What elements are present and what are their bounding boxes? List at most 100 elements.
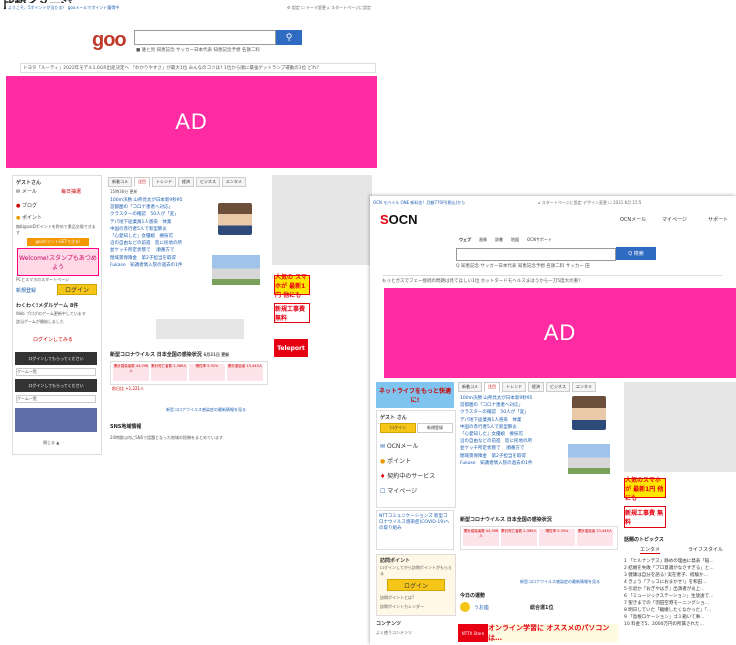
news-item[interactable]: 閉域景保障金 第2子担当を取得	[110, 255, 210, 262]
goo-login-button[interactable]: ログイン	[57, 284, 97, 295]
topic-item[interactable]: 4 きょう「アッコにおまかせ!」を和田…	[624, 579, 714, 586]
topic-item[interactable]: 10 料金で5、2000万円の所属された…	[624, 621, 714, 628]
goo-right-ad[interactable]	[272, 175, 372, 265]
goo-campaign-button[interactable]: gooポイントGETできる!	[27, 238, 89, 246]
ocn-covid-link[interactable]: 新型コロナウイルス感染症の最新情報を見る	[520, 579, 600, 585]
ocn-banner[interactable]: ネットライフをもっと快適に!	[376, 382, 454, 408]
ocn-news-photo-person[interactable]	[572, 396, 606, 430]
topic-item[interactable]: 3 健康は自分を語る! 実在者子、経験か…	[624, 572, 714, 579]
ocn-covid-info[interactable]: NTTコミュニケーションズ 新型コロナウイルス感染症(COVID-19)への取り…	[376, 510, 454, 550]
news-item[interactable]: 並ケッチ所定状態で 順番方で	[110, 247, 210, 254]
goo-smartphone-promo[interactable]: 人気の スマホが 最新1円 他にも	[274, 274, 310, 299]
goo-news-ticker[interactable]: トヨタ「ルーティ」2022年モデル1.6GR出産決定へ 「わかりやすさ」が最大1…	[20, 63, 376, 73]
ocn-ntt-store-banner[interactable]: NTTX Store	[458, 624, 488, 642]
ocn-logo[interactable]: SOCN	[380, 212, 418, 227]
goo-login-try[interactable]: ログインしてみる	[33, 336, 73, 343]
goo-collapse-link[interactable]: 閉じる ▲	[43, 440, 59, 446]
tab-entertainment[interactable]: エンタメ	[222, 177, 246, 187]
ocn-point-item[interactable]: ● ポイント	[380, 456, 411, 465]
goo-game-banner[interactable]	[15, 408, 97, 432]
ocn-mail-item[interactable]: ✉ OCNメール	[380, 441, 418, 450]
news-item[interactable]: 首都圏の「コロナ患者へ対応」	[110, 204, 210, 211]
goo-login-hint-banner[interactable]: ログインしてもらってください	[15, 352, 97, 365]
news-item[interactable]: デパ地下従業員1人感染 休業	[460, 417, 564, 424]
news-item[interactable]: 並ケッチ所定状態で 順番方で	[460, 445, 564, 452]
goo-covid-link[interactable]: 新型コロナウイルス感染症の最新情報を見る	[166, 407, 246, 413]
tab-featured[interactable]: 注目	[484, 382, 500, 392]
goo-search-input[interactable]	[134, 30, 276, 45]
goo-news-photo-building[interactable]	[212, 255, 260, 285]
tab-trend[interactable]: トレンド	[152, 177, 176, 187]
ocn-news-ticker[interactable]: もっとガスでフェー接続の問題は見てほしい1位 ホットタードモヘルスまはうから一刀…	[382, 275, 722, 284]
goo-game-list-select[interactable]: ゲーム一覧	[16, 368, 96, 376]
tab-trend[interactable]: トレンド	[502, 382, 526, 392]
topic-item[interactable]: 2 結婚を失敗「プロ意識がなさすぎる」と…	[624, 565, 714, 572]
news-item[interactable]: デパ地下従業員1人感染 休業	[110, 219, 210, 226]
goo-news-photo-person[interactable]	[218, 203, 252, 235]
topic-item[interactable]: 5 引退か「おぎやはぎ」出演者が炎上…	[624, 586, 714, 593]
ocn-service-item[interactable]: ♦ 契約中のサービス	[380, 471, 435, 480]
ocn-toolbar[interactable]: ⌂ スタートページに設定 デザイン変更 ☐ 2021 6月 15:5	[538, 200, 641, 206]
ocn-search-input[interactable]	[456, 248, 616, 261]
ocn-topbar-text[interactable]: OCN モバイル ONE 新料金！月額770円(税込)から	[373, 200, 465, 206]
tab-topics-entertainment[interactable]: エンタメ	[640, 546, 660, 554]
news-item[interactable]: 中国の赤行者5人で新型肺炎	[460, 424, 564, 431]
topic-item[interactable]: 9 「島根ロケーション」ゴミ箱いて事…	[624, 614, 714, 621]
goo-mail-link[interactable]: ✉ メール	[16, 188, 37, 195]
goo-register-link[interactable]: 新規登録	[16, 287, 36, 294]
news-item[interactable]: 「心愛知した」女優娘 療技可	[110, 233, 210, 240]
topic-item[interactable]: 6 「ミュージックステーション」生放送で…	[624, 593, 714, 600]
topic-item[interactable]: 8 明日していた「離婚したくなかった」「…	[624, 607, 714, 614]
ocn-mypage-item[interactable]: ☐ マイページ	[380, 486, 417, 495]
tab-web[interactable]: ウェブ	[456, 236, 474, 244]
ocn-ranking-link[interactable]: よく使うコンテンツ	[376, 630, 412, 636]
ocn-mypage-link[interactable]: マイページ	[662, 216, 687, 223]
tab-comments[interactable]: 新着コメ	[458, 382, 482, 392]
tab-featured[interactable]: 注目	[134, 177, 150, 187]
ocn-login-button-small[interactable]: ログイン	[380, 423, 416, 433]
news-item[interactable]: クラスターの確認 50人が「変」	[460, 409, 564, 416]
news-item[interactable]: 100m決勝 山県亮太が日本新9秒95	[110, 197, 210, 204]
news-item[interactable]: クラスターの確認 50人が「変」	[110, 211, 210, 218]
news-item[interactable]: 「心愛知した」女優娘 療技可	[460, 431, 564, 438]
ocn-right-ad[interactable]	[624, 382, 736, 472]
news-item[interactable]: 100m決勝 山県亮太が日本新9秒95	[460, 395, 564, 402]
news-item[interactable]: Fukase 知識者情入院の過去の1件	[460, 460, 564, 467]
tab-entertainment[interactable]: エンタメ	[572, 382, 596, 392]
tab-images[interactable]: 画像	[476, 236, 490, 244]
ocn-mail-link[interactable]: OCNメール	[620, 216, 646, 223]
news-item[interactable]: Fukase 知識者情入院の過去の1件	[110, 262, 210, 269]
goo-free-install-promo[interactable]: 新規工事費 無料	[274, 303, 310, 323]
topic-item[interactable]: 7 聖きまでの「羽田空港モーニングショ…	[624, 600, 714, 607]
ocn-free-install-promo[interactable]: 新規工事費 無料	[624, 506, 666, 528]
goo-game-item[interactable]: 該当ゲームが開始しました	[16, 319, 64, 325]
tab-comments[interactable]: 新着コメ	[108, 177, 132, 187]
tab-dictionary[interactable]: 辞書	[492, 236, 506, 244]
goo-topbar-text[interactable]: ようこそ、5ポイントが当たる！ gooメールでポイント獲得中	[8, 5, 119, 11]
topic-item[interactable]: 1 「ヒルナンデス」静めの理由に発表「稲…	[624, 558, 714, 565]
ocn-support-link[interactable]: サポート	[708, 216, 728, 223]
ocn-news-photo-building[interactable]	[568, 444, 610, 474]
goo-search-button[interactable]: ⚲	[276, 30, 302, 45]
ocn-visit-login-button[interactable]: ログイン	[387, 579, 445, 591]
tab-topics-lifestyle[interactable]: ライフスタイル	[688, 546, 723, 553]
tab-economy[interactable]: 経済	[528, 382, 544, 392]
news-item[interactable]: 中国の赤行者5人で新型肺炎	[110, 226, 210, 233]
goo-logo[interactable]: goo	[92, 29, 127, 52]
news-item[interactable]: 首都圏の「コロナ患者へ対応」	[460, 402, 564, 409]
ocn-register-button[interactable]: 新規登録	[417, 423, 453, 433]
goo-welcome-banner[interactable]: Welcome!スタンプもあつめよう	[17, 248, 99, 276]
tab-economy[interactable]: 経済	[178, 177, 194, 187]
ocn-visit-calendar[interactable]: 訪問ポイントカレンダー	[380, 604, 424, 610]
goo-search-links[interactable]: ■ 誰と見 知恵記念 サッカー日本代表 知恵記念予想 名鉄二料	[136, 47, 260, 53]
goo-teleport-promo[interactable]: Teleport	[274, 339, 308, 357]
ocn-bottom-banner[interactable]: オンライン学習に オススメのパソコンは…	[488, 624, 618, 642]
news-item[interactable]: 沿の自由などの前進 陸に民地の所	[110, 240, 210, 247]
tab-map[interactable]: 地図	[508, 236, 522, 244]
ocn-search-button[interactable]: Q 検索	[616, 247, 656, 260]
goo-points[interactable]: 毎日抽選	[61, 188, 81, 195]
ocn-fortune-sign[interactable]: うお座	[474, 604, 489, 611]
ocn-search-links[interactable]: Q 知恵記念 サッカー日本代表 知恵記念予想 名鉄二料 サッカー 田	[456, 263, 590, 269]
tab-business[interactable]: ビジネス	[546, 382, 570, 392]
news-item[interactable]: 閉域景保障金 第2子担当を取得	[460, 453, 564, 460]
